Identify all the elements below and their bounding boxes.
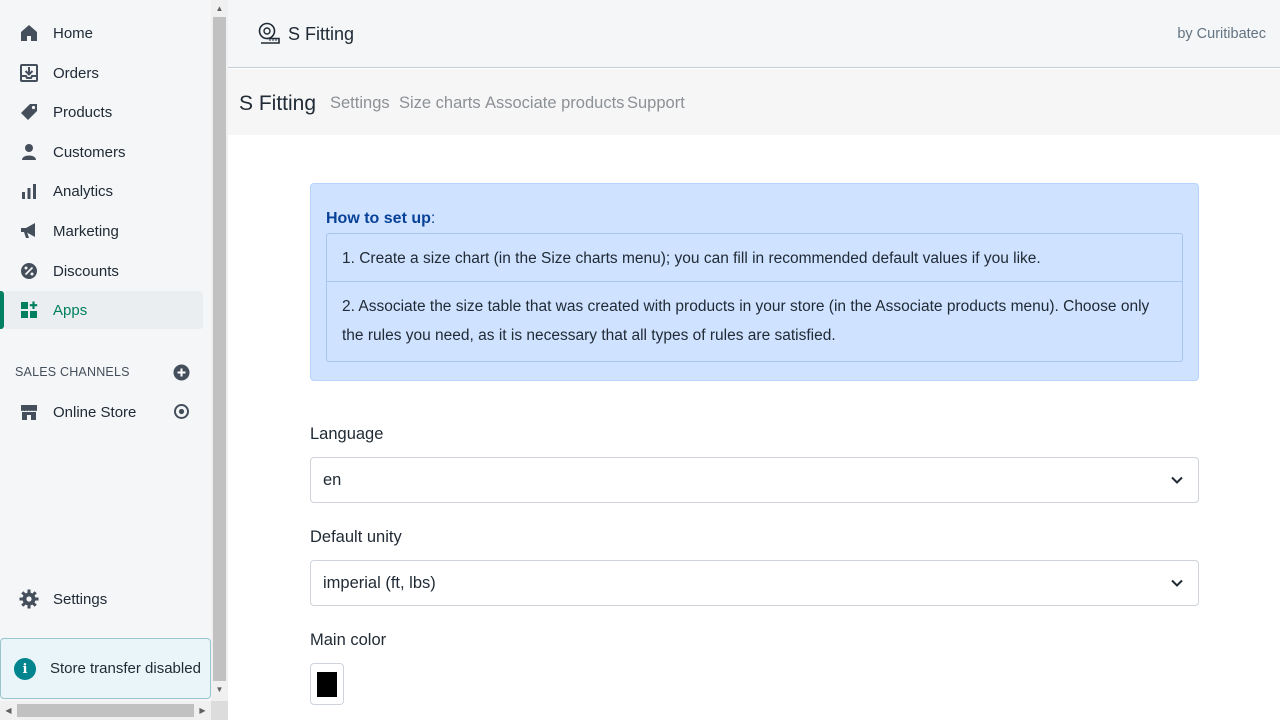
sidebar-item-marketing[interactable]: Marketing [0, 212, 211, 250]
main-color-picker[interactable] [310, 663, 344, 705]
sidebar-horizontal-scrollbar[interactable]: ◀ ▶ [0, 701, 211, 720]
orders-icon [19, 63, 39, 83]
tab-associate-products[interactable]: Associate products [485, 94, 624, 113]
sidebar-item-label: Marketing [53, 222, 119, 240]
app-nav-brand[interactable]: S Fitting [239, 92, 316, 116]
store-transfer-text: Store transfer disabled [50, 660, 201, 677]
sales-channels-title: SALES CHANNELS [15, 365, 130, 379]
sidebar-item-discounts[interactable]: Discounts [0, 252, 211, 290]
sidebar-item-label: Discounts [53, 262, 119, 280]
sidebar-item-label: Customers [53, 143, 126, 161]
sidebar-item-analytics[interactable]: Analytics [0, 172, 211, 210]
sidebar-item-label: Orders [53, 64, 99, 82]
chevron-down-icon [1170, 576, 1184, 590]
tab-settings[interactable]: Settings [330, 94, 390, 113]
app-header: S Fitting by Curitibatec [228, 0, 1280, 68]
chevron-down-icon [1170, 473, 1184, 487]
bar-chart-icon [19, 181, 39, 201]
default-unity-select-value: imperial (ft, lbs) [323, 574, 436, 592]
megaphone-icon [19, 221, 39, 241]
sidebar: Home Orders Products Customers Analytics… [0, 0, 211, 720]
sidebar-item-customers[interactable]: Customers [0, 133, 211, 171]
sidebar-item-home[interactable]: Home [0, 14, 211, 52]
sidebar-item-label: Online Store [53, 403, 137, 421]
scroll-up-arrow-icon[interactable]: ▲ [211, 0, 228, 17]
store-transfer-notice[interactable]: i Store transfer disabled [0, 638, 211, 699]
home-icon [19, 23, 39, 43]
language-label: Language [310, 425, 384, 443]
sidebar-item-label: Apps [53, 301, 88, 319]
scroll-left-arrow-icon[interactable]: ◀ [0, 701, 17, 720]
sidebar-item-products[interactable]: Products [0, 93, 211, 131]
scrollbar-thumb[interactable] [213, 17, 226, 681]
default-unity-select[interactable]: imperial (ft, lbs) [310, 560, 1199, 606]
main-color-swatch [317, 672, 337, 697]
setup-info-box: How to set up: 1. Create a size chart (i… [310, 183, 1199, 381]
setup-title-text: How to set up [326, 210, 431, 227]
view-store-eye-icon[interactable] [173, 403, 190, 420]
language-select[interactable]: en [310, 457, 1199, 503]
app-title: S Fitting [288, 24, 355, 44]
settings-content: How to set up: 1. Create a size chart (i… [228, 135, 1280, 720]
setup-title-colon: : [430, 210, 436, 227]
info-icon: i [14, 658, 36, 680]
language-select-value: en [323, 471, 342, 489]
setup-title: How to set up: [326, 210, 435, 228]
list-item: 2. Associate the size table that was cre… [342, 298, 1150, 344]
main-area: S Fitting by Curitibatec S Fitting Setti… [228, 0, 1280, 720]
add-channel-icon[interactable] [173, 364, 190, 381]
sidebar-item-label: Analytics [53, 182, 114, 200]
store-icon [19, 402, 39, 422]
scroll-right-arrow-icon[interactable]: ▶ [194, 701, 211, 720]
sidebar-item-label: Products [53, 103, 113, 121]
sidebar-item-apps[interactable]: Apps [4, 291, 203, 329]
app-nav: S Fitting Settings Size charts Associate… [228, 69, 1280, 135]
scrollbar-thumb[interactable] [17, 704, 194, 717]
scrollbar-corner [211, 701, 228, 720]
tape-measure-icon [258, 22, 280, 44]
list-item: 1. Create a size chart (in the Size char… [327, 234, 1182, 282]
gear-icon [19, 589, 39, 609]
discount-icon [19, 261, 39, 281]
sidebar-item-settings[interactable]: Settings [0, 580, 211, 618]
app-developer: by Curitibatec [1177, 26, 1266, 42]
person-icon [19, 142, 39, 162]
sidebar-item-label: Settings [53, 590, 108, 608]
apps-icon [19, 300, 39, 320]
setup-steps-list: 1. Create a size chart (in the Size char… [326, 233, 1183, 362]
sidebar-item-label: Home [53, 24, 94, 42]
default-unity-label: Default unity [310, 528, 402, 546]
tag-icon [19, 102, 39, 122]
scroll-down-arrow-icon[interactable]: ▼ [211, 681, 228, 698]
sidebar-vertical-scrollbar[interactable]: ▲ ▼ [211, 0, 228, 701]
tab-support[interactable]: Support [627, 94, 685, 113]
tab-size-charts[interactable]: Size charts [399, 94, 481, 113]
sidebar-item-orders[interactable]: Orders [0, 54, 211, 92]
main-color-label: Main color [310, 631, 387, 649]
